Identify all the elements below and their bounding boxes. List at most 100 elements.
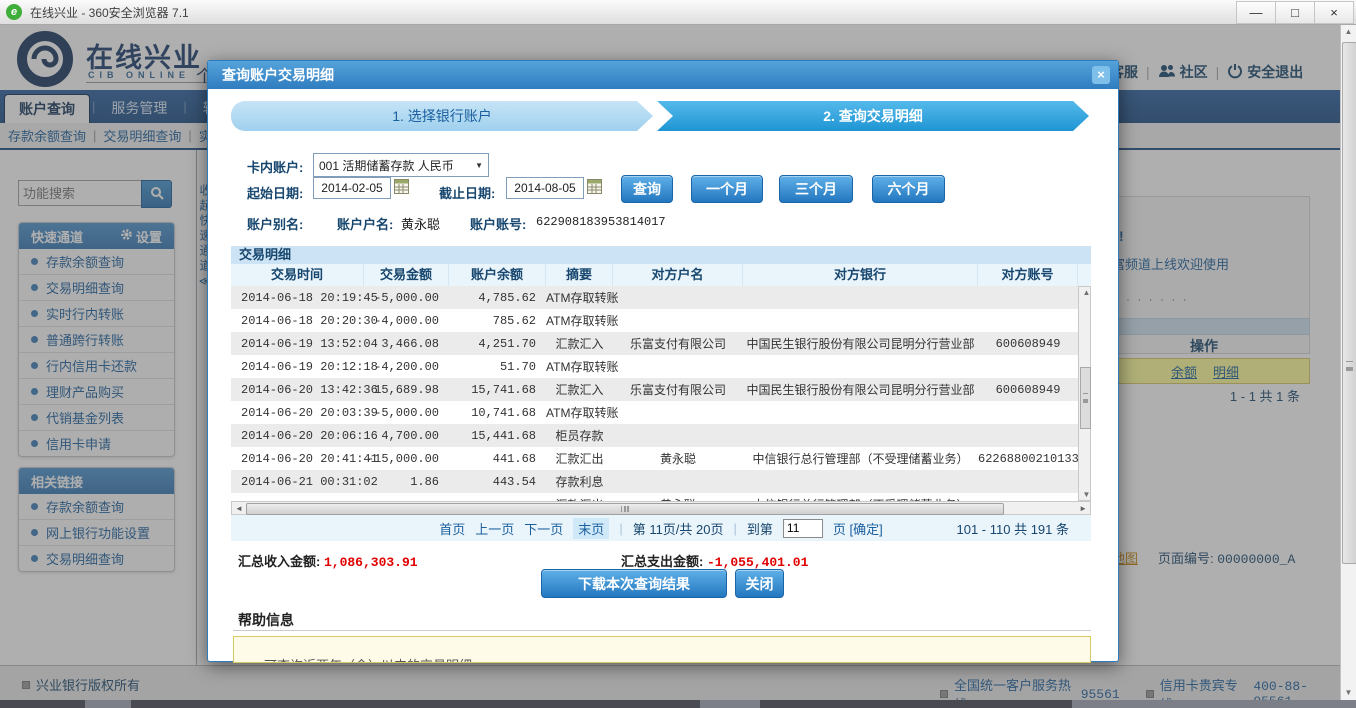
minimize-button[interactable]: —: [1236, 1, 1276, 24]
balance-link[interactable]: 余额: [1171, 362, 1197, 381]
calendar-icon[interactable]: [394, 179, 409, 197]
sidebar-item-0[interactable]: 存款余额查询: [19, 249, 174, 275]
sidebar-item-label: 行内信用卡还款: [46, 356, 137, 375]
sidebar-item-3[interactable]: 普通跨行转账: [19, 327, 174, 353]
scroll-down-icon[interactable]: ▼: [1341, 688, 1356, 697]
cell: 15,741.68: [449, 383, 546, 397]
nav-tab-1[interactable]: 服务管理: [97, 94, 181, 123]
related-link-1[interactable]: 网上银行功能设置: [19, 520, 174, 546]
cell: 600608949: [978, 383, 1078, 397]
bullet-icon: [31, 503, 38, 510]
sidebar-item-4[interactable]: 行内信用卡还款: [19, 353, 174, 379]
cell: 2014-06-18 20:19:45: [231, 291, 364, 305]
quick-settings-button[interactable]: 设置: [120, 227, 162, 246]
cell: ATM存取转账: [546, 404, 613, 421]
table-row[interactable]: 2014-06-18 20:19:45-5,000.004,785.62ATM存…: [231, 286, 1078, 309]
last-page-link[interactable]: 末页: [573, 518, 609, 539]
subnav-item-1[interactable]: 交易明细查询: [103, 126, 181, 145]
prev-page-link[interactable]: 上一页: [475, 519, 514, 538]
table-row[interactable]: 2014-06-18 20:20:30-4,000.00785.62ATM存取转…: [231, 309, 1078, 332]
start-date-input[interactable]: [313, 177, 391, 199]
next-page-link[interactable]: 下一页: [524, 519, 563, 538]
related-link-2[interactable]: 交易明细查询: [19, 546, 174, 571]
nav-tab-0[interactable]: 账户查询: [4, 94, 90, 124]
power-icon: [1227, 63, 1243, 82]
cell: 1.86: [364, 475, 449, 489]
cell: -15,000.00: [364, 452, 449, 466]
maximize-button[interactable]: □: [1276, 1, 1315, 24]
bullet-icon: [31, 529, 38, 536]
sidebar-item-6[interactable]: 代销基金列表: [19, 405, 174, 431]
end-date-input[interactable]: [506, 177, 584, 199]
table-row[interactable]: 2014-06-20 13:42:3615,689.9815,741.68汇款汇…: [231, 378, 1078, 401]
browser-vscroll-thumb[interactable]: [1342, 42, 1356, 564]
scroll-right-icon[interactable]: ►: [1079, 502, 1087, 515]
goto-page-input[interactable]: [783, 519, 823, 538]
goto-confirm-link[interactable]: 页 [确定]: [833, 519, 883, 538]
help-text-partial: 可查询近两年（含）以内的交易明细: [264, 655, 472, 663]
sidebar-item-1[interactable]: 交易明细查询: [19, 275, 174, 301]
download-results-button[interactable]: 下载本次查询结果: [541, 569, 727, 598]
sidebar-item-label: 存款余额查询: [46, 252, 124, 271]
bullet-icon: [31, 284, 38, 291]
six-month-button[interactable]: 六个月: [872, 175, 945, 203]
quick-access-header: 快速通道 设置: [19, 223, 174, 249]
detail-link[interactable]: 明细: [1213, 362, 1239, 381]
close-button[interactable]: ×: [1315, 1, 1354, 24]
header-link-label: 社区: [1180, 62, 1208, 82]
step-query-detail: 2. 查询交易明细: [657, 101, 1089, 131]
cell: 2014-06-19 13:52:04: [231, 337, 364, 351]
search-input[interactable]: [18, 180, 145, 206]
scroll-up-icon[interactable]: ▲: [1079, 288, 1094, 297]
query-button[interactable]: 查询: [621, 175, 673, 203]
sidebar-item-2[interactable]: 实时行内转账: [19, 301, 174, 327]
screen: e 在线兴业 - 360安全浏览器 7.1 — □ × 在线兴业 CIB ONL…: [0, 0, 1356, 708]
header-link-label: 安全退出: [1247, 62, 1303, 82]
table-row[interactable]: 2014-06-19 20:12:18-4,200.0051.70ATM存取转账: [231, 355, 1078, 378]
related-links-header: 相关链接: [19, 468, 174, 494]
nav-tab-divider: |: [92, 90, 95, 123]
browser-vertical-scrollbar[interactable]: ▲ ▼: [1340, 24, 1356, 700]
sidebar-item-7[interactable]: 信用卡申请: [19, 431, 174, 456]
search-button[interactable]: [141, 180, 172, 208]
cell: 2014-06-20 20:41:41: [231, 452, 364, 466]
cell: 6226880021013339: [978, 452, 1078, 466]
account-number-value: 622908183953814017: [536, 215, 666, 229]
total-expense-label: 汇总支出金额:: [621, 554, 703, 569]
table-row[interactable]: 2014-06-21 00:31:021.86443.54存款利息: [231, 470, 1078, 493]
scroll-up-icon[interactable]: ▲: [1341, 27, 1356, 36]
table-horizontal-scrollbar[interactable]: ◄ ►: [231, 501, 1091, 515]
header-link-divider: |: [1216, 64, 1220, 80]
first-page-link[interactable]: 首页: [439, 519, 465, 538]
total-expense-value: -1,055,401.01: [707, 555, 808, 570]
scroll-down-icon[interactable]: ▼: [1079, 490, 1094, 499]
table-row[interactable]: 2014-06-20 20:06:164,700.0015,441.68柜员存款: [231, 424, 1078, 447]
modal-close-button[interactable]: ×: [1092, 66, 1110, 84]
help-box: 可查询近两年（含）以内的交易明细: [233, 636, 1091, 663]
transaction-section-title: 交易明细: [231, 246, 1091, 264]
calendar-icon[interactable]: [587, 179, 602, 197]
table-vscroll-thumb[interactable]: [1080, 367, 1091, 429]
table-row[interactable]: 汇款汇出黄永聪中信银行总行管理部（不受理储蓄业务）: [231, 493, 1078, 501]
scroll-left-icon[interactable]: ◄: [235, 502, 243, 515]
one-month-button[interactable]: 一个月: [691, 175, 763, 203]
modal-close-action-button[interactable]: 关闭: [735, 569, 784, 598]
table-row[interactable]: 2014-06-20 20:03:39-5,000.0010,741.68ATM…: [231, 401, 1078, 424]
table-row[interactable]: 2014-06-19 13:52:043,466.084,251.70汇款汇入乐…: [231, 332, 1078, 355]
header-link-logout[interactable]: 安全退出: [1227, 62, 1303, 82]
header-link-community[interactable]: 社区: [1158, 62, 1208, 82]
column-header-1: 交易金额: [364, 264, 449, 286]
cell: 汇款汇入: [546, 335, 613, 352]
table-vertical-scrollbar[interactable]: ▲ ▼: [1078, 286, 1091, 501]
table-row[interactable]: 2014-06-20 20:41:41-15,000.00441.68汇款汇出黄…: [231, 447, 1078, 470]
cib-logo-icon: [16, 30, 74, 91]
subnav-item-0[interactable]: 存款余额查询: [8, 126, 86, 145]
three-month-button[interactable]: 三个月: [779, 175, 853, 203]
cell: 2014-06-21 00:31:02: [231, 475, 364, 489]
card-account-select[interactable]: 001 活期储蓄存款 人民币 ▼: [313, 153, 489, 177]
cell: 51.70: [449, 360, 546, 374]
table-hscroll-thumb[interactable]: [246, 503, 1004, 515]
sidebar-item-5[interactable]: 理财产品购买: [19, 379, 174, 405]
related-link-0[interactable]: 存款余额查询: [19, 494, 174, 520]
cell: 中国民生银行股份有限公司昆明分行营业部: [743, 335, 978, 352]
